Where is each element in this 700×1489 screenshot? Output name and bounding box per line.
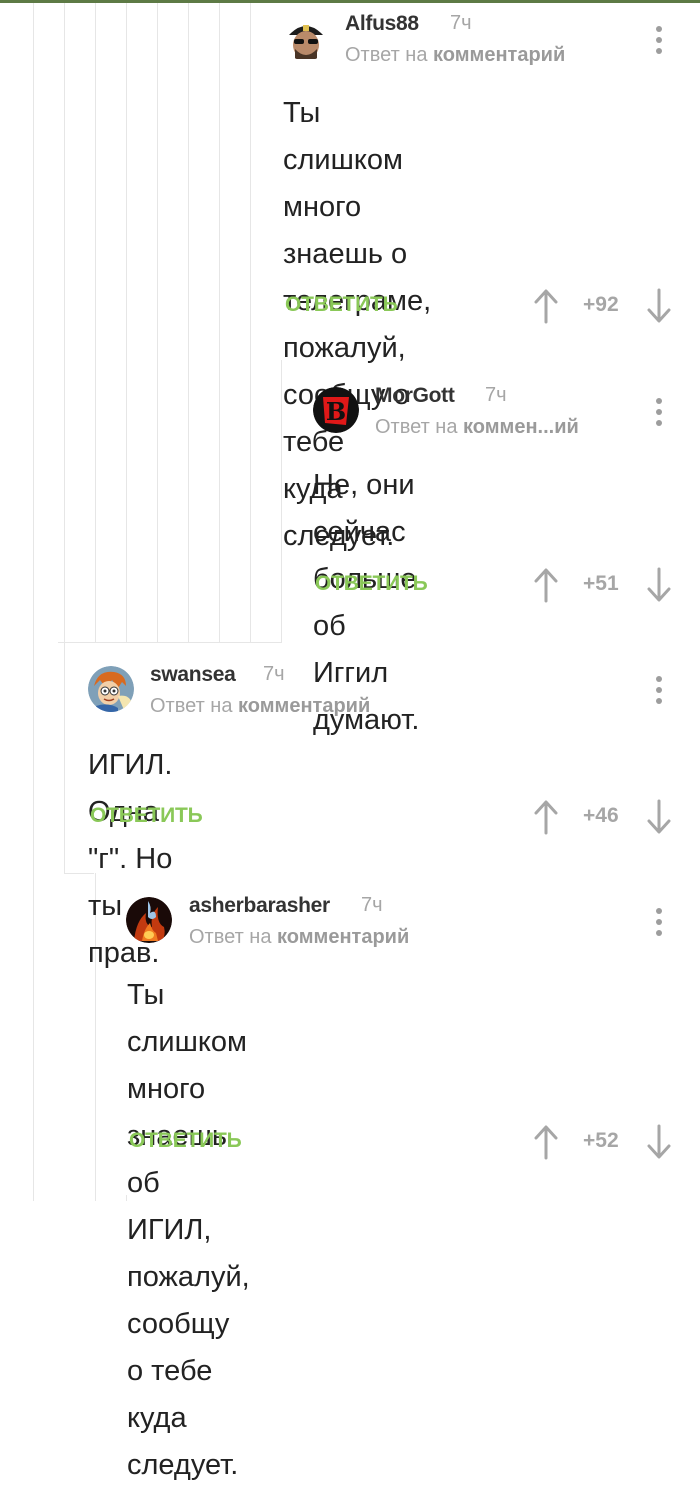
reply-button[interactable]: ОТВЕТИТЬ — [129, 1129, 242, 1153]
username[interactable]: MorGott — [375, 384, 455, 408]
comment-time: 7ч — [450, 12, 472, 34]
comment-text: Ты слишком много знаешь об ИГИЛ, пожалуй… — [127, 979, 250, 1481]
user-avatar[interactable]: B — [313, 387, 359, 433]
username[interactable]: swansea — [150, 663, 236, 687]
rating-value: +52 — [583, 1129, 619, 1152]
reply-to-link[interactable]: коммен...ий — [463, 416, 579, 438]
downvote-arrow-icon[interactable] — [646, 288, 672, 324]
more-options-icon[interactable] — [649, 674, 669, 708]
downvote-arrow-icon[interactable] — [646, 799, 672, 835]
avatar-fire-figure-icon — [126, 897, 172, 943]
comment-time: 7ч — [263, 663, 285, 685]
reply-to-label: Ответ на комментарий — [150, 695, 370, 718]
reply-to-link[interactable]: комментарий — [433, 44, 565, 66]
user-avatar[interactable] — [126, 897, 172, 943]
upvote-arrow-icon[interactable] — [533, 288, 559, 324]
upvote-arrow-icon[interactable] — [533, 567, 559, 603]
username[interactable]: asherbarasher — [189, 894, 330, 918]
reply-button[interactable]: ОТВЕТИТЬ — [315, 572, 428, 596]
user-avatar[interactable] — [88, 666, 134, 712]
rating-value: +92 — [583, 293, 619, 316]
reply-to-prefix: Ответ на — [345, 44, 428, 66]
reply-to-label: Ответ на комментарий — [189, 926, 409, 949]
rating-value: +51 — [583, 572, 619, 595]
avatar-cartoon-character-icon — [88, 666, 134, 712]
reply-to-prefix: Ответ на — [189, 926, 272, 948]
more-options-icon[interactable] — [649, 396, 669, 430]
downvote-arrow-icon[interactable] — [646, 1124, 672, 1160]
username[interactable]: Alfus88 — [345, 12, 419, 36]
comment-text: ИГИЛ. Одна "г". Но ты прав. — [88, 749, 173, 969]
avatar-red-b-logo-icon: B — [313, 387, 359, 433]
reply-to-link[interactable]: комментарий — [238, 695, 370, 717]
svg-text:B: B — [326, 397, 346, 426]
more-options-icon[interactable] — [649, 906, 669, 940]
comment-time: 7ч — [361, 894, 383, 916]
reply-to-link[interactable]: комментарий — [277, 926, 409, 948]
avatar-sunglasses-cap-icon — [283, 15, 329, 61]
reply-to-label: Ответ на коммен...ий — [375, 416, 579, 439]
reply-button[interactable]: ОТВЕТИТЬ — [90, 804, 203, 828]
rating-value: +46 — [583, 804, 619, 827]
reply-to-label: Ответ на комментарий — [345, 44, 565, 67]
more-options-icon[interactable] — [649, 24, 669, 58]
top-accent-bar — [0, 0, 700, 3]
reply-to-prefix: Ответ на — [375, 416, 458, 438]
reply-button[interactable]: ОТВЕТИТЬ — [285, 293, 398, 317]
upvote-arrow-icon[interactable] — [533, 799, 559, 835]
downvote-arrow-icon[interactable] — [646, 567, 672, 603]
user-avatar[interactable] — [283, 15, 329, 61]
reply-to-prefix: Ответ на — [150, 695, 233, 717]
upvote-arrow-icon[interactable] — [533, 1124, 559, 1160]
comment-time: 7ч — [485, 384, 507, 406]
